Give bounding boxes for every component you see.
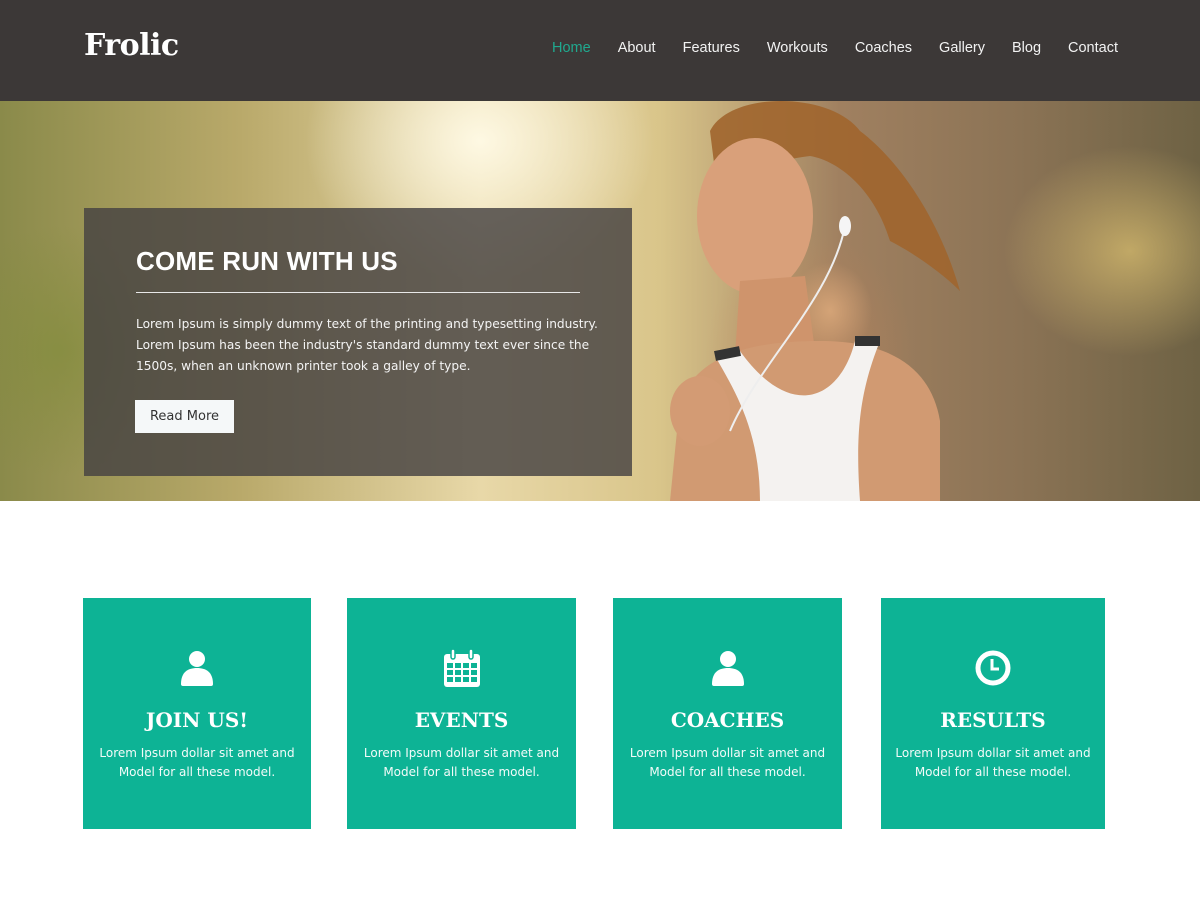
read-more-button[interactable]: Read More	[135, 400, 234, 433]
nav-contact[interactable]: Contact	[1068, 40, 1118, 56]
nav-coaches[interactable]: Coaches	[855, 40, 912, 56]
nav-blog[interactable]: Blog	[1012, 40, 1041, 56]
hero-text: Lorem Ipsum is simply dummy text of the …	[136, 317, 598, 373]
user-icon	[711, 651, 744, 686]
feature-card-coaches[interactable]: COACHES Lorem Ipsum dollar sit amet and M…	[613, 598, 842, 829]
nav-about[interactable]: About	[618, 40, 656, 56]
nav-home[interactable]: Home	[552, 40, 591, 56]
feature-title: EVENTS	[414, 708, 509, 732]
hero-runner-image	[670, 101, 960, 501]
hero-divider	[136, 292, 580, 293]
nav-features[interactable]: Features	[683, 40, 740, 56]
feature-title: JOIN US!	[145, 708, 249, 732]
feature-title: COACHES	[670, 708, 785, 732]
clock-icon	[975, 650, 1011, 686]
feature-desc: Lorem Ipsum dollar sit amet and Model for…	[629, 746, 826, 779]
feature-desc: Lorem Ipsum dollar sit amet and Model for…	[99, 746, 295, 779]
main-nav: Home About Features Workouts Coaches Gal…	[525, 40, 1118, 56]
nav-workouts[interactable]: Workouts	[767, 40, 828, 56]
hero-title: COME RUN WITH US	[136, 246, 398, 276]
site-header: Frolic Home About Features Workouts Coac…	[0, 0, 1200, 101]
calendar-icon	[443, 648, 480, 687]
feature-desc: Lorem Ipsum dollar sit amet and Model for…	[363, 746, 560, 779]
feature-card-events[interactable]: EVENTS Lorem Ipsum dollar sit amet and Mo…	[347, 598, 576, 829]
nav-gallery[interactable]: Gallery	[939, 40, 985, 56]
feature-card-results[interactable]: RESULTS Lorem Ipsum dollar sit amet and M…	[881, 598, 1105, 829]
user-icon	[181, 651, 213, 686]
feature-desc: Lorem Ipsum dollar sit amet and Model for…	[895, 746, 1091, 779]
features-section: JOIN US! Lorem Ipsum dollar sit amet and…	[0, 598, 1200, 830]
hero-caption-panel: COME RUN WITH US Lorem Ipsum is simply d…	[84, 208, 632, 476]
feature-card-join[interactable]: JOIN US! Lorem Ipsum dollar sit amet and…	[83, 598, 311, 829]
hero-banner: COME RUN WITH US Lorem Ipsum is simply d…	[0, 101, 1200, 501]
feature-title: RESULTS	[940, 708, 1046, 732]
site-logo[interactable]: Frolic	[84, 28, 179, 63]
